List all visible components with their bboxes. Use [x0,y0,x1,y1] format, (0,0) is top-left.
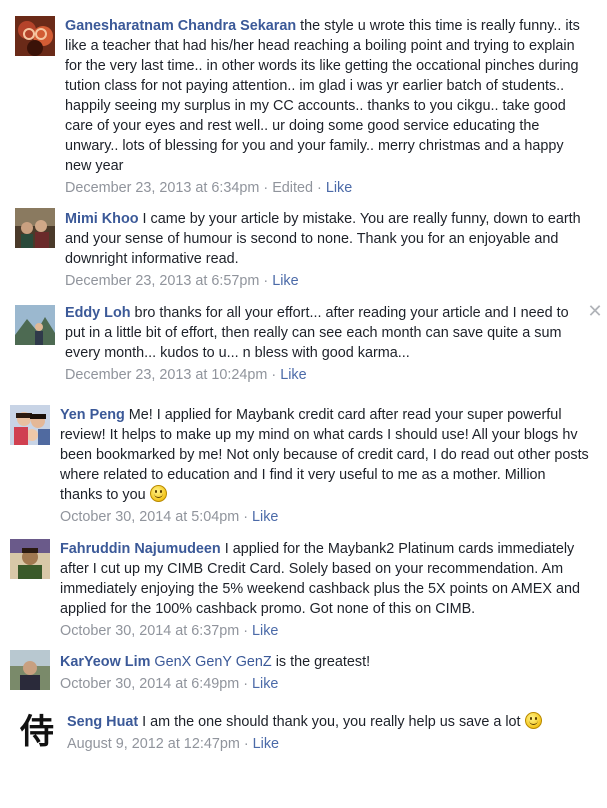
comment-body: bro thanks for all your effort... after … [65,305,569,361]
comment-author-link[interactable]: Yen Peng [60,407,125,423]
meta-separator: · [243,623,248,639]
comment-author-link[interactable]: Seng Huat [67,714,138,730]
comment-text: Ganesharatnam Chandra Sekaran the style … [65,16,590,176]
meta-separator: · [263,273,269,289]
comment-text: Yen Peng Me! I applied for Maybank credi… [60,405,590,505]
comment-author-link[interactable]: Ganesharatnam Chandra Sekaran [65,18,296,34]
comment-timestamp[interactable]: August 9, 2012 at 12:47pm [67,736,240,752]
avatar[interactable] [10,539,50,579]
like-link[interactable]: Like [252,509,278,525]
smile-emoji-icon [524,712,542,729]
avatar[interactable] [15,305,55,345]
meta-separator: · [271,367,277,383]
like-link[interactable]: Like [280,367,306,383]
like-link[interactable]: Like [253,736,279,752]
comment-body: I am the one should thank you, you reall… [138,714,521,730]
avatar[interactable] [15,16,55,56]
comment-meta: December 23, 2013 at 6:57pm · Like [65,271,590,291]
comment-meta: August 9, 2012 at 12:47pm · Like [67,734,592,754]
comment-timestamp[interactable]: October 30, 2014 at 5:04pm [60,509,239,525]
comment-author-link[interactable]: KarYeow Lim [60,654,150,670]
comment-body: Me! I applied for Maybank credit card af… [60,407,589,503]
avatar[interactable]: 侍 [17,712,57,752]
like-link[interactable]: Like [272,273,298,289]
like-link[interactable]: Like [326,180,352,196]
comment-timestamp[interactable]: December 23, 2013 at 6:57pm [65,273,259,289]
comment-text: Eddy Loh bro thanks for all your effort.… [65,303,583,363]
comment-body: the style u wrote this time is really fu… [65,18,580,174]
meta-separator: · [243,676,248,692]
close-icon[interactable]: ✕ [586,302,604,320]
comment-author-link[interactable]: Mimi Khoo [65,211,139,227]
comment-timestamp[interactable]: October 30, 2014 at 6:49pm [60,676,239,692]
comment-timestamp[interactable]: December 23, 2013 at 10:24pm [65,367,267,383]
comment-text: Mimi Khoo I came by your article by mist… [65,209,590,269]
meta-separator: · [263,180,269,196]
comment-text: Fahruddin Najumudeen I applied for the M… [60,539,590,619]
edited-label[interactable]: Edited [272,180,313,196]
comment-body: is the greatest! [271,654,371,670]
comment-timestamp[interactable]: December 23, 2013 at 6:34pm [65,180,259,196]
avatar[interactable] [10,405,50,445]
comment-meta: December 23, 2013 at 6:34pm · Edited · Like [65,178,590,198]
comment-meta: October 30, 2014 at 6:49pm · Like [60,674,590,694]
meta-separator: · [243,509,248,525]
comment-meta: December 23, 2013 at 10:24pm · Like [65,365,583,385]
comment-text: Seng Huat I am the one should thank you,… [67,712,592,732]
comment-meta: October 30, 2014 at 5:04pm · Like [60,507,590,527]
like-link[interactable]: Like [252,623,278,639]
comment-author-link[interactable]: Fahruddin Najumudeen [60,541,221,557]
comment-author-link[interactable]: Eddy Loh [65,305,131,321]
avatar[interactable] [15,208,55,248]
comment-timestamp[interactable]: October 30, 2014 at 6:37pm [60,623,239,639]
comment-body: I came by your article by mistake. You a… [65,211,581,267]
meta-separator: · [243,736,249,752]
avatar-glyph: 侍 [20,712,54,752]
comment-meta: October 30, 2014 at 6:37pm · Like [60,621,590,641]
avatar[interactable] [10,650,50,690]
like-link[interactable]: Like [252,676,278,692]
mention-link[interactable]: GenX GenY GenZ [154,654,271,670]
smile-emoji-icon [149,485,167,502]
meta-separator: · [317,180,322,196]
comment-text: KarYeow Lim GenX GenY GenZ is the greate… [60,652,590,672]
